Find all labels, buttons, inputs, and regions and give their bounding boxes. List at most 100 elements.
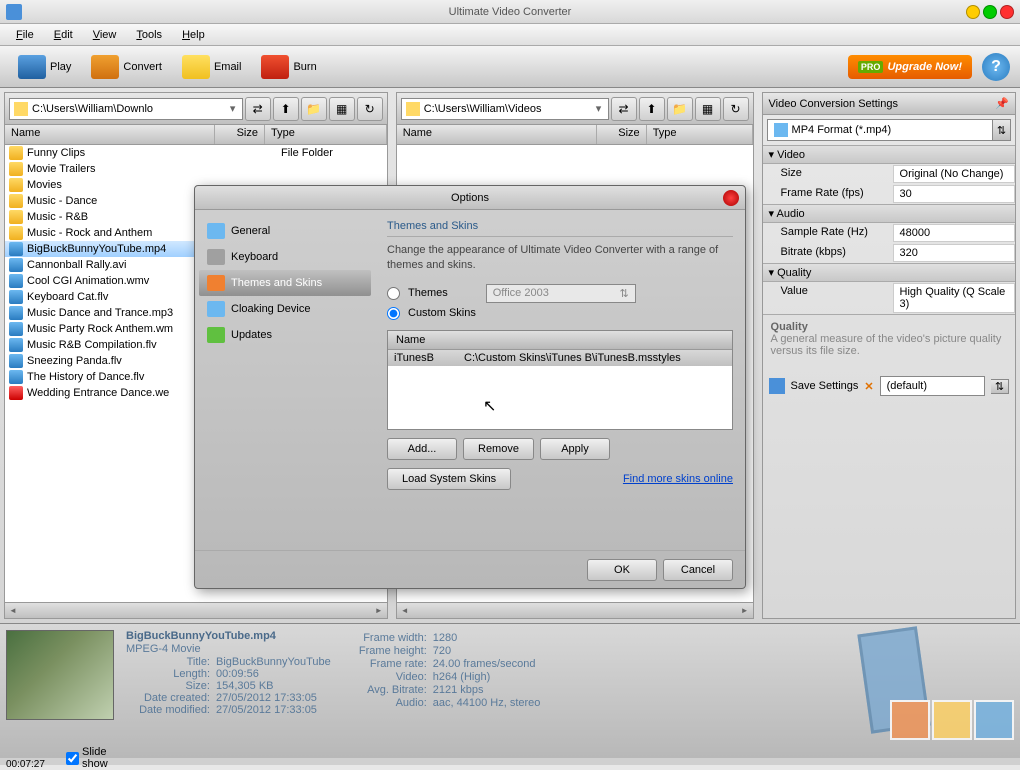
- menu-help[interactable]: Help: [174, 27, 213, 43]
- load-system-skins-button[interactable]: Load System Skins: [387, 468, 511, 490]
- view-button[interactable]: ▦: [695, 97, 721, 121]
- col-size[interactable]: Size: [597, 125, 647, 144]
- refresh-button[interactable]: ↻: [357, 97, 383, 121]
- view-button[interactable]: ▦: [329, 97, 355, 121]
- video-icon: [9, 258, 23, 272]
- menu-view[interactable]: View: [85, 27, 125, 43]
- slideshow-checkbox[interactable]: Slide show: [66, 746, 114, 770]
- video-icon: [9, 322, 23, 336]
- format-select[interactable]: MP4 Format (*.mp4): [767, 119, 993, 141]
- close-icon[interactable]: [1000, 5, 1014, 19]
- video-thumbnail[interactable]: [6, 630, 114, 720]
- sidebar-item-themes-and-skins[interactable]: Themes and Skins: [199, 270, 371, 296]
- category-icon: [207, 249, 225, 265]
- remove-button[interactable]: Remove: [463, 438, 534, 460]
- menu-file[interactable]: FFileile: [8, 27, 42, 43]
- preset-dropdown-icon[interactable]: ⇅: [991, 379, 1009, 394]
- quality-value[interactable]: High Quality (Q Scale 3): [893, 283, 1015, 313]
- theme-combo[interactable]: Office 2003⇅: [486, 284, 636, 303]
- sidebar-item-keyboard[interactable]: Keyboard: [199, 244, 371, 270]
- col-name[interactable]: Name: [397, 125, 597, 144]
- source-path-input[interactable]: C:\Users\William\Downlo▾: [9, 98, 243, 120]
- category-icon: [207, 327, 225, 343]
- email-icon: [182, 55, 210, 79]
- chevron-down-icon[interactable]: ▾: [592, 102, 606, 115]
- custom-skins-radio[interactable]: [387, 307, 400, 320]
- category-icon: [207, 223, 225, 239]
- size-value[interactable]: Original (No Change): [893, 165, 1015, 183]
- dialog-sidebar: GeneralKeyboardThemes and SkinsCloaking …: [195, 210, 375, 550]
- burn-button[interactable]: Burn: [253, 51, 324, 83]
- find-skins-link[interactable]: Find more skins online: [623, 473, 733, 485]
- settings-header: Video Conversion Settings📌: [763, 93, 1015, 115]
- delete-icon[interactable]: ✕: [864, 380, 873, 393]
- dest-path-input[interactable]: C:\Users\William\Videos▾: [401, 98, 609, 120]
- file-row[interactable]: Funny ClipsFile Folder: [5, 145, 387, 161]
- section-audio[interactable]: ▾ Audio: [763, 204, 1015, 223]
- menu-tools[interactable]: Tools: [128, 27, 170, 43]
- col-size[interactable]: Size: [215, 125, 265, 144]
- dest-toolbar: C:\Users\William\Videos▾ ⇄ ⬆ 📁 ▦ ↻: [397, 93, 753, 125]
- sidebar-item-updates[interactable]: Updates: [199, 322, 371, 348]
- skins-table[interactable]: Name iTunesBC:\Custom Skins\iTunes B\iTu…: [387, 330, 733, 430]
- col-type[interactable]: Type: [265, 125, 387, 144]
- up-button[interactable]: ⬆: [273, 97, 299, 121]
- transfer-button[interactable]: ⇄: [611, 97, 637, 121]
- sidebar-item-cloaking-device[interactable]: Cloaking Device: [199, 296, 371, 322]
- samplerate-value[interactable]: 48000: [893, 224, 1015, 242]
- sidebar-item-general[interactable]: General: [199, 218, 371, 244]
- app-logo: [864, 630, 1014, 740]
- col-name[interactable]: Name: [5, 125, 215, 144]
- play-button[interactable]: Play: [10, 51, 79, 83]
- file-row[interactable]: Movie Trailers: [5, 161, 387, 177]
- folder-icon: [9, 178, 23, 192]
- scrollbar-h[interactable]: [5, 602, 387, 618]
- convert-button[interactable]: Convert: [83, 51, 170, 83]
- up-button[interactable]: ⬆: [639, 97, 665, 121]
- refresh-button[interactable]: ↻: [723, 97, 749, 121]
- video-icon: [9, 338, 23, 352]
- video-icon: [9, 354, 23, 368]
- source-headers: Name Size Type: [5, 125, 387, 145]
- add-button[interactable]: Add...: [387, 438, 457, 460]
- apply-button[interactable]: Apply: [540, 438, 610, 460]
- dialog-close-icon[interactable]: [723, 190, 739, 206]
- video-icon: [9, 370, 23, 384]
- play-icon: [18, 55, 46, 79]
- transfer-button[interactable]: ⇄: [245, 97, 271, 121]
- ok-button[interactable]: OK: [587, 559, 657, 581]
- folder-icon: [9, 162, 23, 176]
- menubar: FFileile Edit View Tools Help: [0, 24, 1020, 46]
- help-button[interactable]: ?: [982, 53, 1010, 81]
- settings-panel: Video Conversion Settings📌 MP4 Format (*…: [762, 92, 1016, 619]
- maximize-icon[interactable]: [983, 5, 997, 19]
- scrollbar-h[interactable]: [397, 602, 753, 618]
- format-icon: [774, 123, 788, 137]
- preset-select[interactable]: (default): [880, 376, 985, 396]
- cancel-button[interactable]: Cancel: [663, 559, 733, 581]
- folder-icon: [406, 102, 420, 116]
- bitrate-value[interactable]: 320: [893, 244, 1015, 262]
- minimize-icon[interactable]: [966, 5, 980, 19]
- red-icon: [9, 386, 23, 400]
- category-icon: [207, 275, 225, 291]
- new-folder-button[interactable]: 📁: [667, 97, 693, 121]
- new-folder-button[interactable]: 📁: [301, 97, 327, 121]
- fps-value[interactable]: 30: [893, 185, 1015, 203]
- chevron-down-icon[interactable]: ▾: [226, 102, 240, 115]
- pin-icon[interactable]: 📌: [995, 97, 1009, 110]
- dialog-titlebar: Options: [195, 186, 745, 210]
- skins-col-name: Name: [388, 331, 732, 350]
- format-dropdown-icon[interactable]: ⇅: [993, 119, 1011, 141]
- save-icon[interactable]: [769, 378, 785, 394]
- source-toolbar: C:\Users\William\Downlo▾ ⇄ ⬆ 📁 ▦ ↻: [5, 93, 387, 125]
- col-type[interactable]: Type: [647, 125, 753, 144]
- folder-icon: [9, 226, 23, 240]
- email-button[interactable]: Email: [174, 51, 250, 83]
- menu-edit[interactable]: Edit: [46, 27, 81, 43]
- section-quality[interactable]: ▾ Quality: [763, 263, 1015, 282]
- themes-radio[interactable]: [387, 287, 400, 300]
- upgrade-button[interactable]: PROUpgrade Now!: [848, 55, 972, 79]
- skin-row[interactable]: iTunesBC:\Custom Skins\iTunes B\iTunesB.…: [388, 350, 732, 366]
- section-video[interactable]: ▾ Video: [763, 145, 1015, 164]
